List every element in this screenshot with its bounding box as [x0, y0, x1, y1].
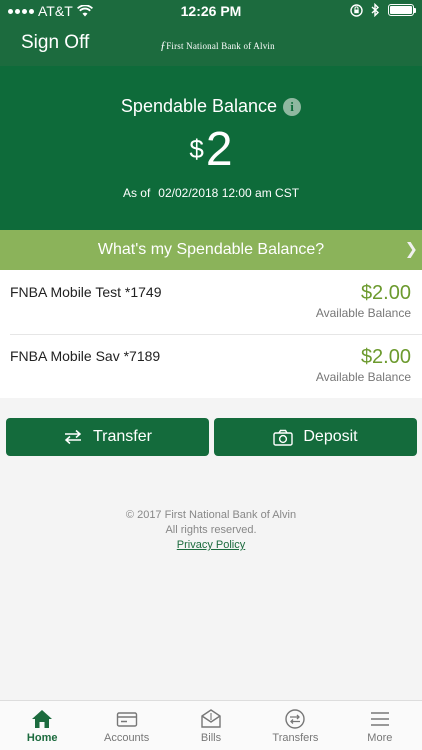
whats-spendable-balance-link[interactable]: What's my Spendable Balance? ❯	[0, 230, 422, 270]
whats-spendable-balance-label: What's my Spendable Balance?	[97, 241, 325, 258]
account-name: FNBA Mobile Sav *7189	[10, 348, 161, 364]
account-balance: $2.00	[360, 346, 411, 368]
nav-bar: Sign Off ƒFirst National Bank of Alvin	[0, 22, 422, 66]
as-of-line: As of 02/02/2018 12:00 am CST	[0, 186, 422, 200]
home-icon	[32, 710, 53, 728]
logo-text: First National Bank of Alvin	[166, 41, 275, 51]
spendable-amount-value: 2	[205, 123, 233, 176]
account-balance-label: Available Balance	[315, 306, 411, 320]
camera-icon	[273, 429, 294, 446]
tab-bills[interactable]: Bills	[169, 701, 253, 750]
account-balance: $2.00	[360, 282, 411, 304]
as-of-date: 02/02/2018 12:00 am CST	[158, 186, 300, 200]
deposit-button[interactable]: Deposit	[214, 418, 417, 456]
accounts-icon	[116, 712, 137, 727]
sign-off-button[interactable]: Sign Off	[21, 32, 89, 54]
account-balance-label: Available Balance	[315, 370, 411, 384]
bank-logo: ƒFirst National Bank of Alvin	[160, 38, 275, 53]
info-icon[interactable]: i	[283, 97, 302, 116]
account-list: FNBA Mobile Test *1749 $2.00 Available B…	[0, 270, 422, 398]
menu-icon	[370, 712, 389, 726]
deposit-label: Deposit	[303, 428, 358, 445]
transfer-arrows-icon	[64, 429, 82, 445]
tab-label: Accounts	[103, 732, 150, 744]
chevron-right-icon: ❯	[404, 241, 418, 258]
tab-label: Transfers	[272, 732, 319, 744]
battery-icon	[388, 4, 416, 16]
bills-icon	[201, 709, 221, 728]
status-right	[350, 3, 416, 17]
as-of-label: As of	[122, 186, 151, 200]
footer: © 2017 First National Bank of Alvin All …	[0, 508, 422, 553]
tab-transfers[interactable]: Transfers	[253, 701, 337, 750]
tab-accounts[interactable]: Accounts	[84, 701, 168, 750]
account-row[interactable]: FNBA Mobile Test *1749 $2.00 Available B…	[0, 270, 422, 335]
rights-text: All rights reserved.	[165, 524, 257, 536]
account-name: FNBA Mobile Test *1749	[10, 284, 162, 300]
tab-label: Home	[26, 732, 58, 744]
transfers-icon	[285, 709, 306, 729]
spendable-balance-panel: Spendable Balance i $ 2 As of 02/02/2018 …	[0, 66, 422, 230]
transfer-button[interactable]: Transfer	[6, 418, 209, 456]
spendable-balance-label: Spendable Balance	[120, 96, 278, 116]
privacy-policy-link[interactable]: Privacy Policy	[0, 538, 422, 553]
tab-more[interactable]: More	[338, 701, 422, 750]
transfer-label: Transfer	[93, 428, 152, 445]
account-row[interactable]: FNBA Mobile Sav *7189 $2.00 Available Ba…	[0, 334, 422, 398]
currency-symbol: $	[189, 134, 204, 164]
copyright-text: © 2017 First National Bank of Alvin	[125, 509, 297, 521]
tab-label: More	[367, 732, 393, 744]
spendable-amount: $ 2	[0, 122, 422, 178]
spendable-balance-title: Spendable Balance i	[0, 96, 422, 117]
status-bar: AT&T 12:26 PM	[0, 0, 422, 22]
tab-bar: Home Accounts Bills Transfers More	[0, 700, 422, 750]
bluetooth-icon	[371, 3, 380, 17]
tab-home[interactable]: Home	[0, 701, 84, 750]
tab-label: Bills	[200, 732, 222, 744]
orientation-lock-icon	[350, 3, 363, 17]
